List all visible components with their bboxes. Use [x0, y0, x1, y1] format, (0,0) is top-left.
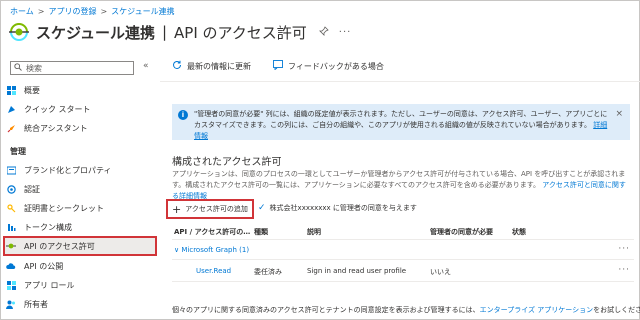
sidebar-item-label: クイック スタート [24, 104, 91, 114]
info-banner-message: "管理者の同意が必要" 列には、組織の既定値が表示されます。ただし、ユーザーの同… [194, 110, 608, 129]
permission-name-link[interactable]: User.Read [196, 267, 231, 275]
more-options-icon[interactable]: ··· [618, 244, 630, 254]
section-title: 構成されたアクセス許可 [172, 157, 282, 168]
collapse-sidebar-icon[interactable]: « [143, 61, 149, 71]
footer-note: 個々のアプリに関する同意済みのアクセス許可とテナントの同意設定を表示および管理す… [172, 305, 640, 315]
feedback-icon [273, 59, 283, 73]
check-icon: ✓ [258, 203, 266, 213]
sidebar-item-label: トークン構成 [24, 222, 72, 232]
pin-icon[interactable] [318, 25, 329, 39]
sidebar-item-api-permissions[interactable]: API のアクセス許可 [6, 238, 95, 254]
permission-description: Sign in and read user profile [307, 267, 407, 275]
api-permissions-icon [8, 21, 30, 43]
feedback-button[interactable]: フィードバックがある場合 [273, 59, 384, 73]
plus-icon: + [172, 202, 182, 216]
add-permission-label: アクセス許可の追加 [185, 205, 248, 213]
footer-suffix: をお試しください。 [593, 306, 640, 314]
breadcrumb-app[interactable]: スケジュール連携 [111, 6, 174, 17]
page-header: スケジュール連携 | API のアクセス許可 ··· [8, 20, 351, 44]
page-subtitle: API のアクセス許可 [174, 23, 307, 42]
permissions-table: API / アクセス許可の… 種類 説明 管理者の同意が必要 状態 ∨ Micr… [172, 222, 634, 282]
column-header-admin-consent[interactable]: 管理者の同意が必要 [430, 227, 493, 237]
sidebar-item-label: 所有者 [24, 299, 48, 309]
sidebar-item-overview[interactable]: 概要 [6, 82, 40, 98]
info-banner-text: "管理者の同意が必要" 列には、組織の既定値が表示されます。ただし、ユーザーの同… [194, 109, 610, 140]
column-header-description[interactable]: 説明 [307, 227, 321, 237]
section-description: アプリケーションは、同意のプロセスの一環としてユーザーか管理者からアクセス許可が… [172, 169, 632, 202]
sidebar-item-owners[interactable]: 所有者 [6, 296, 48, 312]
sidebar-item-quickstart[interactable]: クイック スタート [6, 101, 91, 117]
api-icon [6, 241, 16, 251]
sidebar-section-manage: 管理 [10, 147, 26, 156]
column-header-api[interactable]: API / アクセス許可の… [174, 227, 250, 237]
breadcrumb-home[interactable]: ホーム [10, 6, 34, 17]
overview-icon [6, 85, 16, 95]
sidebar-item-expose-api[interactable]: API の公開 [6, 258, 63, 274]
sidebar-item-label: 概要 [24, 85, 40, 95]
breadcrumb-separator: > [100, 6, 108, 16]
rocket-icon [6, 123, 16, 133]
table-row: User.Read 委任済み Sign in and read user pro… [172, 260, 634, 282]
sidebar-item-authentication[interactable]: 認証 [6, 181, 40, 197]
sidebar-item-label: 認証 [24, 184, 40, 194]
search-icon [14, 63, 22, 73]
group-label: ∨ Microsoft Graph (1) [174, 246, 249, 254]
table-header: API / アクセス許可の… 種類 説明 管理者の同意が必要 状態 [172, 222, 634, 240]
sidebar-item-branding[interactable]: ブランド化とプロパティ [6, 162, 112, 178]
refresh-icon [172, 60, 182, 73]
more-options-icon[interactable]: ··· [339, 27, 352, 38]
token-icon [6, 222, 16, 232]
breadcrumb-separator: > [37, 6, 45, 16]
table-group-row[interactable]: ∨ Microsoft Graph (1) ··· [172, 240, 634, 260]
enterprise-apps-link[interactable]: エンタープライズ アプリケーション [480, 306, 593, 314]
footer-text: 個々のアプリに関する同意済みのアクセス許可とテナントの同意設定を表示および管理す… [172, 306, 480, 314]
column-header-status[interactable]: 状態 [512, 227, 526, 237]
cloud-icon [6, 261, 16, 271]
more-options-icon[interactable]: ··· [618, 265, 630, 275]
command-bar: 最新の情報に更新 フィードバックがある場合 [172, 58, 384, 74]
sidebar-item-integration-assistant[interactable]: 統合アシスタント [6, 120, 88, 136]
grant-admin-consent-button[interactable]: ✓ 株式会社xxxxxxxx に管理者の同意を与えます [258, 203, 417, 213]
sidebar-item-certificates[interactable]: 証明書とシークレット [6, 200, 104, 216]
branding-icon [6, 165, 16, 175]
sidebar-item-label: API の公開 [24, 261, 64, 271]
title-divider: | [161, 23, 168, 41]
sidebar-item-label: ブランド化とプロパティ [24, 165, 112, 175]
page-title: スケジュール連携 [36, 23, 155, 42]
feedback-label: フィードバックがある場合 [288, 61, 384, 71]
sidebar-item-label: 証明書とシークレット [24, 203, 104, 213]
search-placeholder: 検索 [26, 63, 42, 73]
column-header-type[interactable]: 種類 [254, 227, 268, 237]
refresh-button[interactable]: 最新の情報に更新 [172, 60, 251, 73]
auth-icon [6, 184, 16, 194]
roles-icon [6, 280, 16, 290]
info-banner: i "管理者の同意が必要" 列には、組織の既定値が表示されます。ただし、ユーザー… [172, 104, 630, 140]
key-icon [6, 203, 16, 213]
command-bar-divider [160, 81, 640, 82]
grant-admin-consent-label: 株式会社xxxxxxxx に管理者の同意を与えます [269, 204, 417, 212]
sidebar-item-label: 統合アシスタント [24, 123, 88, 133]
sidebar: 検索 « 概要 クイック スタート 統合アシスタント 管理 ブランド化とプロパテ… [0, 52, 158, 320]
sidebar-item-label: API のアクセス許可 [24, 241, 95, 251]
quickstart-icon [6, 104, 16, 114]
sidebar-item-token-configuration[interactable]: トークン構成 [6, 219, 72, 235]
permission-admin-consent: いいえ [430, 268, 451, 276]
info-icon: i [178, 110, 188, 120]
close-icon[interactable]: × [615, 109, 623, 119]
sidebar-item-label: アプリ ロール [24, 280, 75, 290]
refresh-label: 最新の情報に更新 [187, 61, 251, 71]
group-name: Microsoft Graph (1) [181, 246, 250, 254]
breadcrumb: ホーム > アプリの登録 > スケジュール連携 [10, 5, 175, 17]
owners-icon [6, 299, 16, 309]
permission-type: 委任済み [254, 268, 282, 276]
add-permission-button[interactable]: + アクセス許可の追加 [166, 199, 254, 219]
search-input[interactable]: 検索 [10, 61, 134, 75]
sidebar-item-app-roles[interactable]: アプリ ロール [6, 277, 75, 293]
breadcrumb-app-registrations[interactable]: アプリの登録 [48, 6, 96, 17]
main-content: 最新の情報に更新 フィードバックがある場合 i "管理者の同意が必要" 列には、… [160, 52, 640, 320]
